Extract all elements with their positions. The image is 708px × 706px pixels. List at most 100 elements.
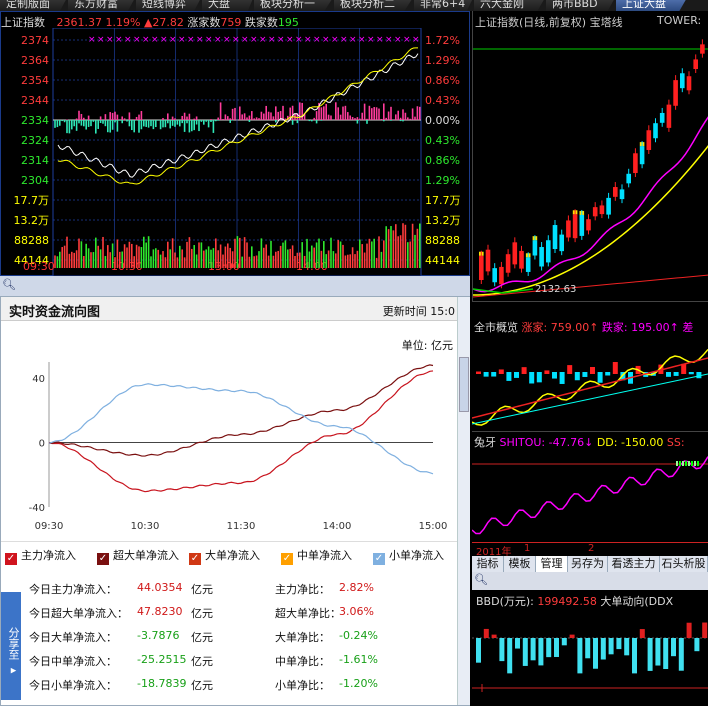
fund-flow-chart: 40 0 -40 09:30 10:30 11:30 14:00 15:00	[29, 362, 447, 532]
kline-panel[interactable]: 上证指数(日线,前复权) 宝塔线 TOWER: 2132.63	[472, 11, 708, 301]
event-mark: ×	[412, 35, 420, 45]
indicator-tab-2[interactable]: 管理	[536, 556, 568, 572]
tab-5[interactable]: 板块分析二	[334, 0, 414, 11]
overview-bar	[673, 372, 679, 376]
index-header: 上证指数 2361.37 1.19% ▲27.82 涨家数759 跌家数195	[1, 14, 471, 29]
legend-checkbox[interactable]: ✓	[281, 553, 293, 565]
right-axis-label: 13.2万	[425, 214, 461, 227]
dd-mark	[679, 461, 681, 466]
legend-checkbox[interactable]: ✓	[5, 553, 17, 565]
bbd-panel[interactable]: BBD(万元): 199492.58 大单动向(DDX	[472, 590, 708, 706]
legend-checkbox[interactable]: ✓	[189, 553, 201, 565]
overview-line-2	[472, 357, 708, 419]
rabbit-chart[interactable]	[472, 448, 708, 544]
y-tick: 40	[32, 374, 45, 385]
time-label: 09:30	[23, 260, 55, 273]
fund-row: 今日小单净流入： -18.7839 亿元 小单净比： -1.20%	[29, 677, 457, 697]
fund-row-ratio-label: 主力净比：	[275, 583, 330, 596]
left-axis-label: 13.2万	[14, 214, 50, 227]
tab-3[interactable]: 大盘	[202, 0, 254, 11]
legend-label: 超大单净流入	[113, 549, 179, 562]
bbd-bar	[632, 638, 637, 674]
bbd-bar	[600, 638, 606, 660]
fund-row-ratio: 2.82%	[339, 581, 374, 594]
bbd-bar	[655, 638, 661, 666]
overview-panel[interactable]: 全市概览 涨家: 759.00↑ 跌家: 195.00↑ 差	[472, 301, 708, 431]
bbd-bar	[522, 638, 528, 666]
search-icon[interactable]: 🔍︎	[2, 278, 16, 291]
bbd-label: BBD(万元):	[476, 595, 534, 608]
tab-8[interactable]: 两市BBD	[546, 0, 616, 11]
right-axis-label: 1.29%	[425, 174, 460, 187]
legend-item-4[interactable]: ✓ 小单净流入	[373, 547, 444, 565]
fund-row-ratio: -1.20%	[339, 677, 378, 690]
fund-row-label: 今日小单净流入：	[29, 679, 117, 692]
left-axis-label: 2364	[21, 54, 49, 67]
fund-flow-panel: 实时资金流向图 更新时间 15:0 单位: 亿元 40 0 -40 09:30 10:3…	[0, 296, 470, 706]
share-button[interactable]: 分享至 ▸	[1, 592, 21, 700]
left-axis-label: 2324	[21, 134, 49, 147]
bbd-bar	[686, 622, 692, 638]
legend-item-2[interactable]: ✓ 大单净流入	[189, 547, 260, 565]
unit-label: 单位: 亿元	[401, 339, 453, 352]
tab-4[interactable]: 板块分析一	[254, 0, 334, 11]
fund-row-unit: 亿元	[191, 631, 213, 644]
tab-7[interactable]: 六大金刚	[474, 0, 546, 11]
top-tab-bar: 定制版面 东方财富 短线博弈 大盘 板块分析一 板块分析二 非常6+4 六大金刚 两市BBD 上证…	[0, 0, 708, 11]
fund-scrollbar[interactable]	[457, 297, 470, 705]
legend-checkbox[interactable]: ✓	[97, 553, 109, 565]
indicator-tab-0[interactable]: 指标	[472, 556, 504, 572]
update-time: 更新时间 15:0	[382, 305, 455, 318]
dd-mark	[691, 461, 693, 466]
bbd-bar	[616, 638, 622, 650]
overview-bar	[514, 372, 519, 378]
bbd-chart[interactable]	[472, 608, 708, 706]
right-axis-label: 0.86%	[425, 74, 460, 87]
fund-flow-title: 实时资金流向图	[9, 305, 101, 320]
tab-0[interactable]: 定制版面	[0, 0, 68, 11]
overview-up: 涨家: 759.00	[521, 321, 590, 334]
event-mark: ×	[169, 35, 177, 45]
bbd-bar	[515, 638, 520, 649]
bbd-bar	[593, 638, 598, 669]
indicator-tab-3[interactable]: 另存为	[568, 556, 608, 572]
bbd-bar	[483, 628, 489, 638]
legend-item-1[interactable]: ✓ 超大单净流入	[97, 547, 179, 565]
legend-checkbox[interactable]: ✓	[373, 553, 385, 565]
tab-9[interactable]: 上证大盘	[616, 0, 688, 11]
indicator-tab-5[interactable]: 石头析股	[660, 556, 708, 572]
event-mark: ×	[187, 35, 195, 45]
dd-mark	[685, 461, 687, 466]
kline-chart[interactable]	[473, 27, 708, 301]
rabbit-panel[interactable]: 兔牙 SHITOU: -47.76↓ DD: -150.00 SS: 2011年…	[472, 431, 708, 558]
intraday-chart[interactable]: 2374 2364 2354 2344 2334 2324 2314 2304 17.7万 13.…	[1, 28, 471, 276]
share-label: 分享至	[7, 627, 20, 661]
shitou-line	[472, 456, 708, 535]
bbd-bar	[476, 638, 481, 663]
event-mark: ×	[241, 35, 249, 45]
overview-bar	[597, 372, 603, 383]
dd-mark	[688, 461, 690, 466]
tab-2[interactable]: 短线博弈	[136, 0, 202, 11]
indicator-tab-4[interactable]: 看透主力	[608, 556, 660, 572]
bbd-search-icon[interactable]: 🔍︎	[474, 573, 488, 586]
bbd-bar	[639, 629, 645, 638]
event-mark: ×	[223, 35, 231, 45]
dd-mark	[682, 461, 684, 466]
indicator-tab-1[interactable]: 模板	[504, 556, 536, 572]
tab-1[interactable]: 东方财富	[68, 0, 136, 11]
right-axis-label: 1.72%	[425, 34, 460, 47]
event-mark: ×	[403, 35, 411, 45]
legend-item-3[interactable]: ✓ 中单净流入	[281, 547, 352, 565]
overview-bar	[559, 372, 565, 384]
tab-6[interactable]: 非常6+4	[414, 0, 474, 11]
event-mark: ×	[340, 35, 348, 45]
fund-row-label: 今日中单净流入：	[29, 655, 117, 668]
fund-row-ratio-label: 小单净比：	[275, 679, 330, 692]
event-mark: ×	[124, 35, 132, 45]
event-mark: ×	[115, 35, 123, 45]
event-mark: ×	[322, 35, 330, 45]
legend-item-0[interactable]: ✓ 主力净流入	[5, 547, 76, 565]
overview-chart[interactable]	[472, 334, 708, 432]
left-axis-label: 2304	[21, 174, 49, 187]
